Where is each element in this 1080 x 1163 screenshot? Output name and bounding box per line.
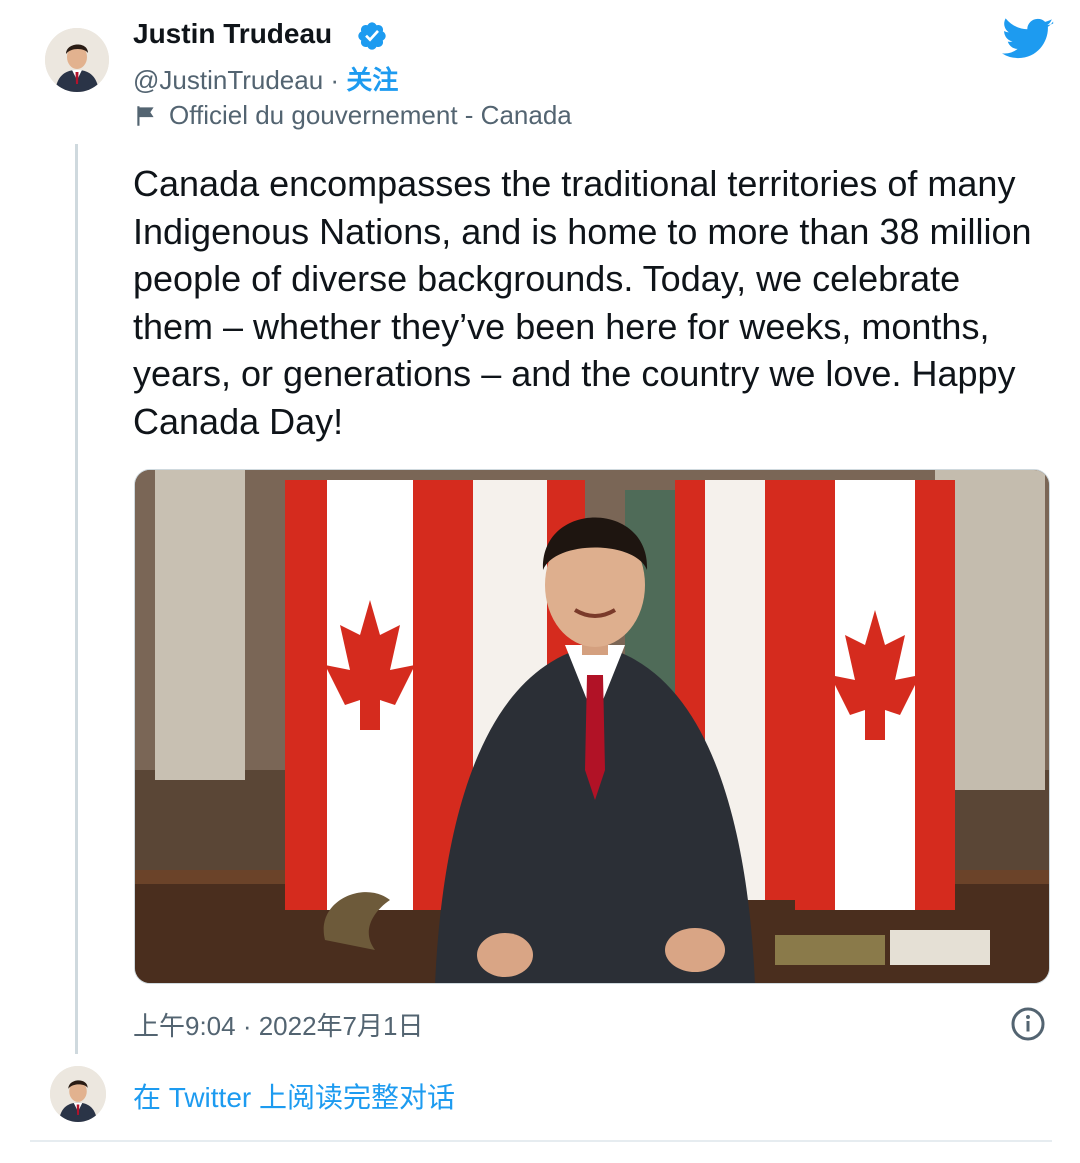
author-handle[interactable]: @JustinTrudeau	[133, 65, 323, 95]
author-avatar[interactable]	[45, 28, 109, 92]
author-handle-row: @JustinTrudeau · 关注	[133, 60, 398, 97]
author-avatar-small[interactable]	[50, 1066, 106, 1122]
twitter-bird-icon[interactable]	[1002, 18, 1054, 62]
author-name[interactable]: Justin Trudeau	[133, 18, 332, 50]
tweet-timestamp[interactable]: 上午9:04 · 2022年7月1日	[133, 1006, 423, 1043]
flag-icon	[133, 103, 159, 129]
follow-button[interactable]: 关注	[346, 65, 398, 95]
government-label-row: Officiel du gouvernement - Canada	[133, 100, 572, 131]
bottom-divider	[30, 1140, 1052, 1142]
info-icon[interactable]	[1010, 1006, 1046, 1042]
thread-line	[75, 144, 78, 1054]
handle-separator: ·	[323, 65, 347, 95]
tweet-media-video[interactable]	[134, 469, 1050, 984]
government-label: Officiel du gouvernement - Canada	[169, 100, 572, 130]
verified-badge-icon	[356, 20, 388, 52]
read-conversation-link[interactable]: 在 Twitter 上阅读完整对话	[133, 1076, 455, 1116]
tweet-text: Canada encompasses the traditional terri…	[133, 163, 1032, 442]
